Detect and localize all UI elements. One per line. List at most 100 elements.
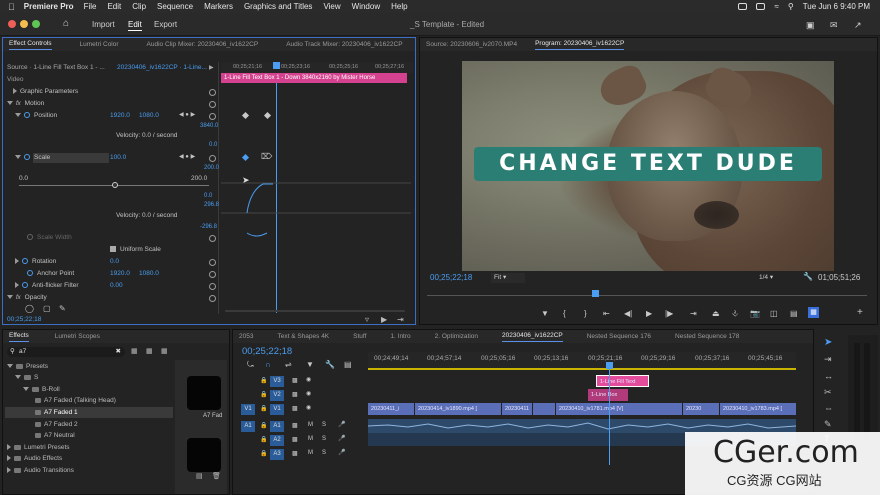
eye-icon[interactable]: ◉ <box>306 404 311 411</box>
mute-icon[interactable]: M <box>308 450 313 456</box>
tab-audio-track-mixer[interactable]: Audio Track Mixer: 20230406_iv1622CP <box>280 41 408 48</box>
menu-help[interactable]: Help <box>391 2 407 11</box>
tree-item[interactable]: A7 Neutral <box>35 432 75 439</box>
collapse-icon[interactable] <box>15 155 21 160</box>
video-clip[interactable]: 20230410_iv1781.mp4 [V] <box>556 403 682 415</box>
keyframe-icon[interactable] <box>263 111 272 120</box>
effects-search[interactable]: ⚲ a7 ✖ <box>7 347 125 357</box>
menu-edit[interactable]: Edit <box>107 2 121 11</box>
pen-mask-icon[interactable]: ✎ <box>59 304 66 313</box>
rectangle-mask-icon[interactable]: ▢ <box>43 304 51 313</box>
close-window-button[interactable] <box>8 20 16 28</box>
vr-video-icon[interactable]: ▦ <box>808 307 819 318</box>
reset-icon[interactable] <box>209 259 216 266</box>
reset-icon[interactable] <box>209 271 216 278</box>
edit-tab[interactable]: Edit <box>128 20 142 31</box>
mark-in-icon[interactable]: { <box>563 309 566 318</box>
video-clip[interactable]: 20230411 <box>502 403 532 415</box>
lock-icon[interactable]: 🔒 <box>260 422 267 429</box>
fullscreen-icon[interactable]: ▣ <box>806 20 815 31</box>
lock-icon[interactable]: 🔒 <box>260 377 267 384</box>
tree-item[interactable]: A7 Faded 2 <box>35 421 78 428</box>
toggle-output-icon[interactable]: ▩ <box>292 422 298 429</box>
motion-effect[interactable]: fx Motion <box>7 100 44 107</box>
rotation-value[interactable]: 0.0 <box>110 258 119 265</box>
minimize-window-button[interactable] <box>20 20 28 28</box>
tab-effects[interactable]: Effects <box>3 332 35 342</box>
add-marker-icon[interactable]: ▼ <box>306 360 314 369</box>
notifications-icon[interactable]: ✉ <box>830 20 838 31</box>
position-x-value[interactable]: 1920.0 <box>110 112 130 119</box>
status-icon[interactable] <box>756 3 766 10</box>
tab-sequence[interactable]: Nested Sequence 176 <box>581 333 657 340</box>
tab-project[interactable]: 2053 <box>233 333 259 340</box>
program-timecode[interactable]: 00;25;22;18 <box>430 273 472 282</box>
source-patch-v1[interactable]: V1 <box>241 404 255 415</box>
import-tab[interactable]: Import <box>92 20 115 29</box>
play-icon[interactable]: ▶ <box>646 309 652 318</box>
sequence-clip-label[interactable]: 20230406_iv1622CP · 1-Line... <box>117 64 207 71</box>
tab-lumetri-scopes[interactable]: Lumetri Scopes <box>49 333 106 340</box>
expand-icon[interactable]: ▶ <box>209 64 214 71</box>
uniform-scale-checkbox[interactable]: Uniform Scale <box>110 246 161 253</box>
tree-audio-transitions[interactable]: Audio Transitions <box>7 467 74 474</box>
status-icon[interactable] <box>738 3 748 10</box>
tree-item[interactable]: A7 Faded (Talking Head) <box>35 397 116 404</box>
extract-icon[interactable]: ⎀ <box>732 309 738 319</box>
lock-icon[interactable]: 🔒 <box>260 450 267 457</box>
reset-icon[interactable] <box>209 101 216 108</box>
stopwatch-icon[interactable] <box>24 112 30 119</box>
stopwatch-icon[interactable] <box>27 270 33 277</box>
go-to-in-icon[interactable]: ⇤ <box>603 309 610 318</box>
toggle-output-icon[interactable]: ▩ <box>292 450 298 457</box>
go-to-out-icon[interactable]: ⇥ <box>690 309 697 318</box>
collapse-icon[interactable] <box>23 387 29 392</box>
home-icon[interactable]: ⌂ <box>63 18 69 29</box>
32bit-icon[interactable]: ▦ <box>146 347 153 355</box>
wifi-icon[interactable]: ≈ <box>774 2 778 11</box>
tree-presets[interactable]: Presets <box>7 363 48 370</box>
track-select-tool-icon[interactable]: ⇥ <box>824 354 832 365</box>
ellipse-mask-icon[interactable]: ◯ <box>25 304 34 313</box>
mic-icon[interactable]: 🎤 <box>338 449 345 456</box>
keyframe-icon[interactable] <box>241 111 250 120</box>
tab-sequence[interactable]: Text & Shapes 4K <box>271 333 335 340</box>
stopwatch-icon[interactable] <box>22 258 28 265</box>
reset-icon[interactable] <box>209 295 216 302</box>
ec-timecode[interactable]: 00;25;22;18 <box>7 316 41 323</box>
apple-icon[interactable]:  <box>8 2 15 12</box>
graphic-clip[interactable]: 1-Line Box <box>588 389 628 401</box>
scale-slider-handle[interactable] <box>112 182 118 188</box>
tree-lumetri-presets[interactable]: Lumetri Presets <box>7 444 70 451</box>
ec-zoom-scrollbar[interactable] <box>225 310 405 312</box>
menu-window[interactable]: Window <box>352 2 380 11</box>
expand-icon[interactable] <box>7 455 11 462</box>
lock-icon[interactable]: 🔒 <box>260 405 267 412</box>
track-target-a3[interactable]: A3 <box>270 449 284 460</box>
expand-icon[interactable] <box>15 258 19 265</box>
tab-sequence[interactable]: 2. Optimization <box>429 333 484 340</box>
trash-icon[interactable]: 🗑 <box>212 472 221 480</box>
export-frame-icon[interactable]: 📷 <box>750 309 760 318</box>
checkbox-icon[interactable] <box>110 246 116 253</box>
export-tab[interactable]: Export <box>154 20 177 29</box>
stopwatch-icon[interactable] <box>22 282 28 289</box>
opacity-effect[interactable]: fx Opacity <box>7 294 47 301</box>
collapse-icon[interactable] <box>7 295 13 300</box>
toggle-audio-icon[interactable]: ⇥ <box>397 315 404 324</box>
mute-icon[interactable]: M <box>308 422 313 428</box>
add-marker-icon[interactable]: ▼ <box>541 309 549 318</box>
program-scrubber[interactable] <box>427 295 867 296</box>
new-bin-icon[interactable]: ▤ <box>196 472 203 480</box>
collapse-icon[interactable] <box>7 364 13 369</box>
lock-icon[interactable]: 🔒 <box>260 391 267 398</box>
timeline-timecode[interactable]: 00;25;22;18 <box>242 346 292 357</box>
toggle-output-icon[interactable]: ▩ <box>292 405 298 412</box>
graphic-parameters[interactable]: Graphic Parameters <box>13 88 78 95</box>
stopwatch-icon[interactable] <box>27 234 33 241</box>
position-y-value[interactable]: 1080.0 <box>139 112 159 119</box>
step-back-icon[interactable]: ◀| <box>624 309 632 318</box>
mute-icon[interactable]: M <box>308 436 313 442</box>
add-button-icon[interactable]: + <box>857 307 863 318</box>
eye-icon[interactable]: ◉ <box>306 376 311 383</box>
